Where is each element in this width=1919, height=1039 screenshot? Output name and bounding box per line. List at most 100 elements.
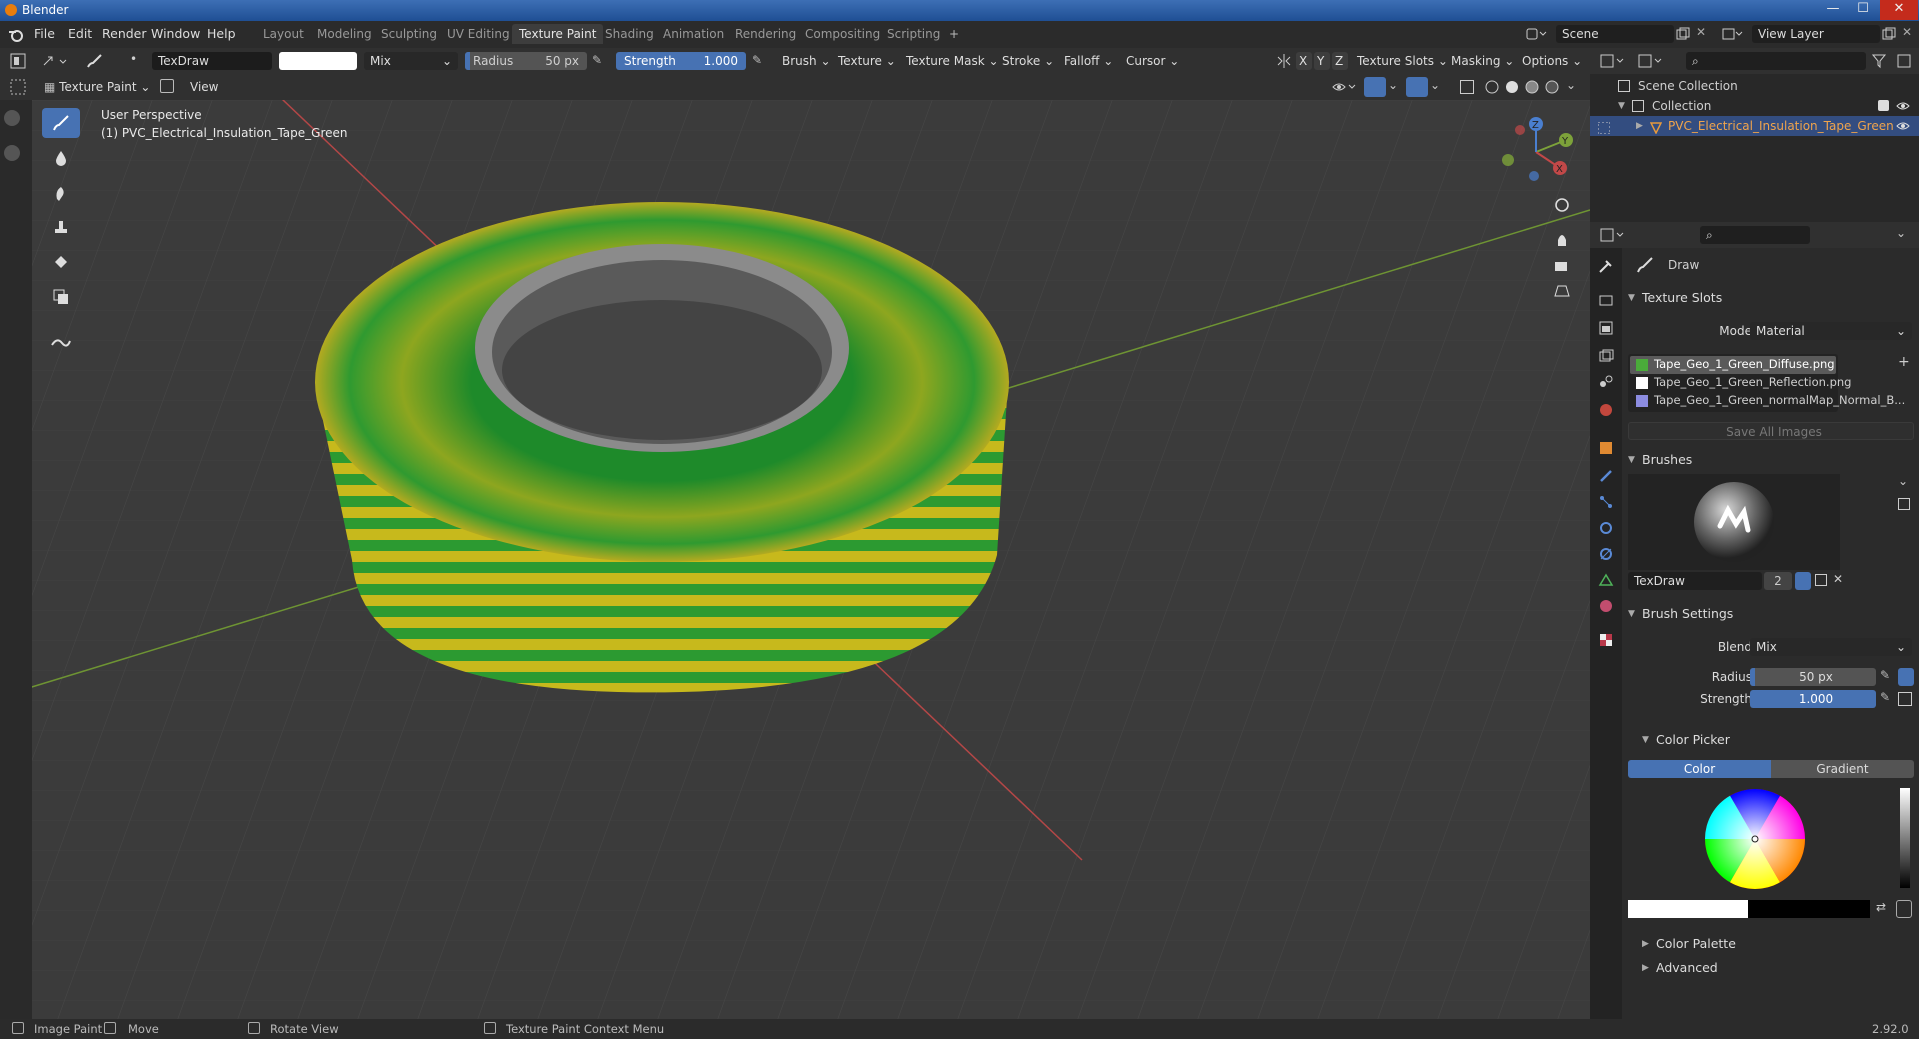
soften-tool-button[interactable] <box>42 143 80 173</box>
visibility-icon[interactable] <box>1332 80 1358 94</box>
stroke-menu[interactable]: Stroke ⌄ <box>1002 52 1054 70</box>
eye-icon[interactable] <box>1896 100 1910 112</box>
cursor-menu[interactable]: Cursor ⌄ <box>1126 52 1179 70</box>
symmetry-y-toggle[interactable]: Y <box>1314 52 1330 70</box>
primary-color-swatch[interactable] <box>1628 900 1748 918</box>
data-tab-icon[interactable] <box>1598 572 1614 588</box>
tab-shading[interactable]: Shading <box>598 24 661 44</box>
brush-preview-box[interactable] <box>1628 474 1840 570</box>
modifier-tab-icon[interactable] <box>1598 468 1614 484</box>
radius-setting-slider[interactable]: 50 px <box>1750 668 1876 686</box>
paint-mask-icon[interactable] <box>160 79 174 93</box>
3d-viewport[interactable]: User Perspective (1) PVC_Electrical_Insu… <box>32 100 1590 1019</box>
color-palette-section-header[interactable]: ▶ Color Palette <box>1622 932 1919 956</box>
outliner-search-input[interactable]: ⌕ <box>1686 52 1866 70</box>
strength-pen-pressure-icon[interactable]: ✎ <box>1880 690 1890 704</box>
brush-users-count[interactable]: 2 <box>1764 572 1792 590</box>
clone-tool-button[interactable] <box>42 212 80 242</box>
mode-dropdown[interactable]: Material ⌄ <box>1750 322 1912 340</box>
collection-checkbox[interactable] <box>1878 100 1889 111</box>
draw-tool-button[interactable] <box>42 108 80 138</box>
properties-search-input[interactable]: ⌕ <box>1700 226 1810 244</box>
scene-name-field[interactable]: Scene <box>1556 25 1674 43</box>
color-wheel[interactable] <box>1702 786 1808 892</box>
brush-color-swatch[interactable] <box>279 52 357 70</box>
delete-scene-icon[interactable]: ✕ <box>1696 25 1706 39</box>
particles-tab-icon[interactable] <box>1598 494 1614 510</box>
tool-type-icon[interactable] <box>42 53 70 69</box>
navigation-gizmo[interactable]: Y X Z <box>1496 112 1578 190</box>
expand-arrow-icon[interactable]: ▶ <box>1636 116 1643 136</box>
scene-collection-row[interactable]: Scene Collection <box>1590 76 1919 96</box>
tab-uv-editing[interactable]: UV Editing <box>440 24 517 44</box>
duplicate-brush-icon[interactable] <box>1815 574 1827 586</box>
object-eye-icon[interactable] <box>1896 120 1910 132</box>
overlays-toggle-icon[interactable] <box>1406 77 1428 97</box>
advanced-section-header[interactable]: ▶ Advanced <box>1622 956 1919 980</box>
blend-dropdown[interactable]: Mix ⌄ <box>1750 638 1912 656</box>
fill-tool-button[interactable] <box>42 247 80 277</box>
radius-pressure-icon[interactable]: ✎ <box>592 53 602 67</box>
view-menu[interactable]: View <box>190 78 218 96</box>
gizmo-toggle-icon[interactable] <box>1364 77 1386 97</box>
texture-slots-menu[interactable]: Texture Slots ⌄ <box>1357 52 1448 70</box>
symmetry-x-toggle[interactable]: X <box>1296 52 1312 70</box>
unlink-brush-icon[interactable]: ✕ <box>1833 572 1843 586</box>
color-tab[interactable]: Color <box>1628 760 1771 778</box>
properties-editor-type-icon[interactable] <box>1600 227 1626 243</box>
tab-rendering[interactable]: Rendering <box>728 24 803 44</box>
tab-animation[interactable]: Animation <box>656 24 731 44</box>
brush-icon[interactable] <box>86 53 104 69</box>
xray-toggle-icon[interactable] <box>1460 80 1474 94</box>
view-layer-icon[interactable] <box>1722 27 1744 41</box>
brush-image-icon[interactable] <box>1898 498 1910 510</box>
scene-tab-icon[interactable] <box>1598 374 1614 390</box>
falloff-menu[interactable]: Falloff ⌄ <box>1064 52 1113 70</box>
options-menu[interactable]: Options ⌄ <box>1522 52 1582 70</box>
scene-icon[interactable] <box>1526 27 1548 41</box>
new-scene-icon[interactable] <box>1676 27 1690 41</box>
world-tab-icon[interactable] <box>1598 402 1614 418</box>
close-button[interactable]: ✕ <box>1880 0 1918 20</box>
swap-colors-icon[interactable]: ⇄ <box>1876 900 1886 914</box>
radius-unified-icon[interactable] <box>1898 668 1914 686</box>
radius-slider[interactable]: Radius 50 px <box>465 52 587 70</box>
object-row[interactable]: ▶ PVC_Electrical_Insulation_Tape_Green <box>1590 116 1919 136</box>
tab-scripting[interactable]: Scripting <box>880 24 947 44</box>
new-collection-icon[interactable] <box>1896 53 1912 69</box>
strength-unified-icon[interactable] <box>1898 692 1912 706</box>
radius-pen-pressure-icon[interactable]: ✎ <box>1880 668 1890 682</box>
blender-menu-icon[interactable] <box>8 27 24 43</box>
maximize-button[interactable]: ☐ <box>1848 0 1878 20</box>
gizmo-dropdown-icon[interactable]: ⌄ <box>1388 78 1398 92</box>
menu-file[interactable]: File <box>34 26 55 41</box>
menu-render[interactable]: Render <box>102 26 147 41</box>
object-tab-icon[interactable] <box>1598 440 1614 456</box>
brush-datablock-name[interactable]: TexDraw <box>1628 572 1762 590</box>
save-all-images-button[interactable]: Save All Images <box>1628 422 1914 440</box>
render-tab-icon[interactable] <box>1598 292 1614 308</box>
interaction-mode-dropdown[interactable]: ▦ Texture Paint ⌄ <box>44 78 150 96</box>
minimize-button[interactable]: — <box>1818 0 1848 20</box>
collapse-arrow-icon[interactable]: ▼ <box>1618 96 1625 116</box>
gradient-tab[interactable]: Gradient <box>1771 760 1914 778</box>
tool-tab-icon[interactable] <box>1598 258 1614 274</box>
brushes-section-header[interactable]: ▼ Brushes <box>1622 448 1919 472</box>
strength-slider[interactable]: Strength 1.000 <box>616 52 746 70</box>
smear-tool-button[interactable] <box>42 178 80 208</box>
constraints-tab-icon[interactable] <box>1598 546 1614 562</box>
overlays-dropdown-icon[interactable]: ⌄ <box>1430 78 1440 92</box>
brush-list-chevron-icon[interactable]: ⌄ <box>1898 474 1908 488</box>
tab-sculpting[interactable]: Sculpting <box>374 24 444 44</box>
texture-tab-icon[interactable] <box>1598 632 1614 648</box>
physics-tab-icon[interactable] <box>1598 520 1614 536</box>
tab-texture-paint[interactable]: Texture Paint <box>512 24 604 44</box>
menu-help[interactable]: Help <box>207 26 236 41</box>
tab-compositing[interactable]: Compositing <box>798 24 887 44</box>
tab-layout[interactable]: Layout <box>256 24 311 44</box>
new-view-layer-icon[interactable] <box>1882 27 1896 41</box>
outliner-editor-type-icon[interactable] <box>1600 53 1626 69</box>
texture-slots-section-header[interactable]: ▼ Texture Slots <box>1622 286 1919 310</box>
editor-type-icon[interactable] <box>10 53 26 69</box>
output-tab-icon[interactable] <box>1598 320 1614 336</box>
